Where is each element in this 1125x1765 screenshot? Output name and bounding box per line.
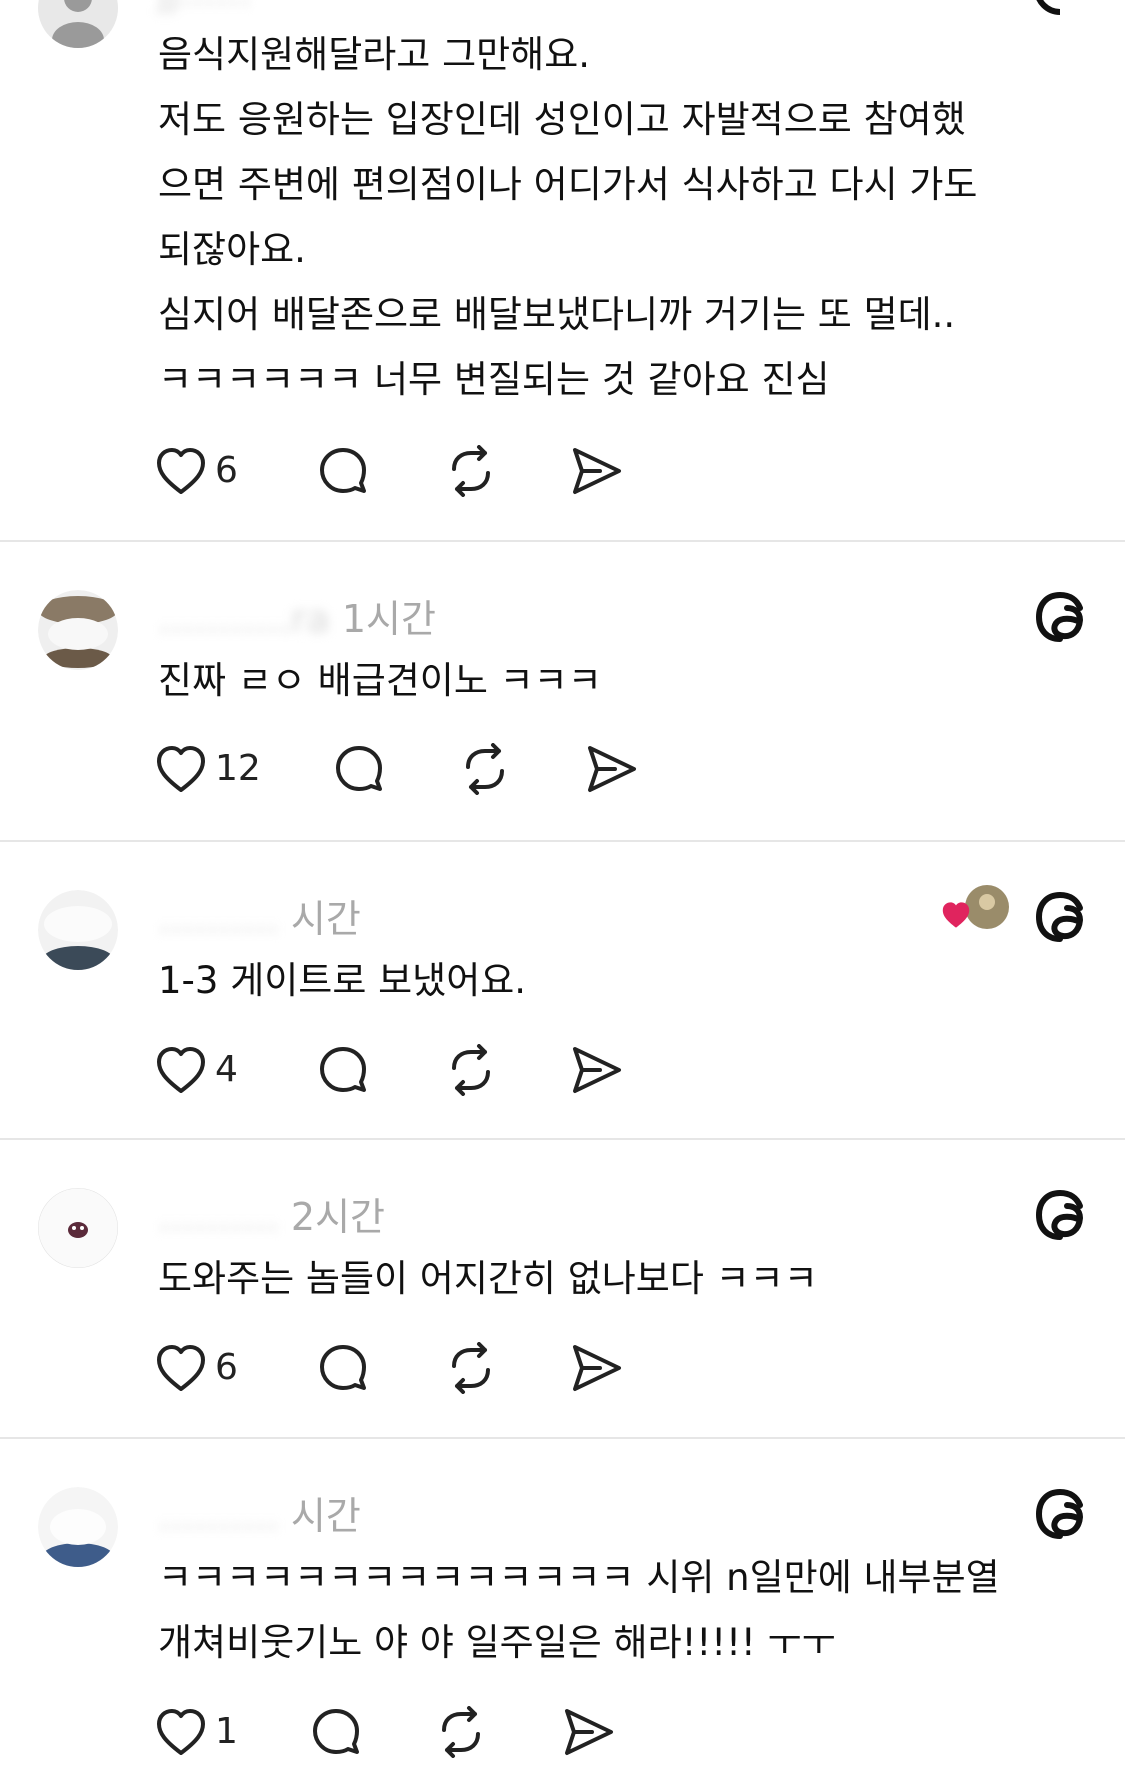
post-line: 저도 응원하는 입장인데 성인이고 자발적으로 참여했	[158, 98, 966, 141]
threads-icon[interactable]	[1033, 590, 1087, 644]
comment-icon	[320, 1047, 366, 1092]
comment-icon	[313, 1709, 359, 1754]
threads-icon[interactable]	[1033, 1487, 1087, 1541]
comment-icon	[320, 448, 366, 493]
username[interactable]: .......... 시간	[158, 1485, 361, 1540]
reply-button[interactable]	[317, 1340, 369, 1396]
repost-icon	[466, 743, 504, 795]
username[interactable]: .......... 2시간	[158, 1186, 385, 1241]
repost-icon	[452, 1342, 490, 1394]
share-button[interactable]	[585, 741, 639, 797]
like-count: 12	[215, 748, 261, 789]
divider	[0, 540, 1125, 542]
post-line: 심지어 배달존으로 배달보냈다니까 거기는 또 멀데..	[158, 293, 956, 336]
heart-icon	[157, 746, 205, 792]
avatar[interactable]	[38, 0, 118, 48]
heart-icon	[940, 900, 976, 936]
comment-icon	[320, 1345, 366, 1390]
like-button[interactable]: 6	[155, 443, 238, 499]
like-button[interactable]: 4	[155, 1042, 238, 1098]
heart-icon	[157, 1345, 205, 1391]
reply-button[interactable]	[310, 1704, 362, 1760]
like-button[interactable]: 12	[155, 741, 261, 797]
post-text: 1-3 게이트로 보냈어요.	[158, 948, 526, 1013]
post-line: 도와주는 놈들이 어지간히 없나보다 ㅋㅋㅋ	[158, 1257, 818, 1300]
post-text: 도와주는 놈들이 어지간히 없나보다 ㅋㅋㅋ	[158, 1246, 818, 1311]
avatar[interactable]	[38, 890, 118, 970]
heart-icon	[157, 1047, 205, 1093]
post-line: 진짜 ㄹㅇ 배급견이노 ㅋㅋㅋ	[158, 659, 602, 702]
like-count: 4	[215, 1049, 238, 1090]
like-button[interactable]: 1	[155, 1704, 238, 1760]
share-icon	[573, 1345, 621, 1391]
reply-button[interactable]	[317, 1042, 369, 1098]
post-time: 2시간	[290, 1195, 385, 1239]
post-text: ㅋㅋㅋㅋㅋㅋㅋㅋㅋㅋㅋㅋㅋㅋ 시위 n일만에 내부분열 개쳐비웃기노 야 야 일…	[158, 1545, 1000, 1675]
repost-icon	[452, 445, 490, 497]
share-icon	[565, 1709, 613, 1755]
repost-button[interactable]	[459, 741, 511, 797]
share-button[interactable]	[570, 443, 624, 499]
username[interactable]: ...........ra 1시간	[158, 588, 436, 643]
divider	[0, 840, 1125, 842]
post-time: 시간	[290, 1494, 361, 1538]
avatar[interactable]	[38, 1487, 118, 1567]
post-line: ㅋㅋㅋㅋㅋㅋ 너무 변질되는 것 같아요 진심	[158, 358, 830, 401]
post-line: 1-3 게이트로 보냈어요.	[158, 959, 527, 1002]
repost-button[interactable]	[435, 1704, 487, 1760]
threads-icon[interactable]	[1033, 890, 1087, 944]
comment-icon	[336, 746, 382, 791]
threads-icon[interactable]	[1033, 1188, 1087, 1242]
repost-button[interactable]	[445, 443, 497, 499]
divider	[0, 1437, 1125, 1439]
post-line: 으면 주변에 편의점이나 어디가서 식사하고 다시 가도	[158, 163, 978, 206]
post-line: 음식지원해달라고 그만해요.	[158, 33, 591, 76]
divider	[0, 1138, 1125, 1140]
avatar[interactable]	[38, 1188, 118, 1268]
avatar[interactable]	[38, 590, 118, 670]
post-text: 음식지원해달라고 그만해요. 저도 응원하는 입장인데 성인이고 자발적으로 참…	[158, 22, 977, 412]
post-line: 되잖아요.	[158, 228, 306, 271]
post-line: 개쳐비웃기노 야 야 일주일은 해라!!!!! ㅜㅜ	[158, 1621, 836, 1664]
username[interactable]: .......... 시간	[158, 888, 361, 943]
share-button[interactable]	[570, 1340, 624, 1396]
repost-button[interactable]	[445, 1042, 497, 1098]
share-icon	[573, 448, 621, 494]
post-time: 1시간	[341, 597, 436, 641]
like-count: 1	[215, 1711, 238, 1752]
like-count: 6	[215, 450, 238, 491]
repost-icon	[452, 1044, 490, 1096]
heart-icon	[157, 448, 205, 494]
post-line: ㅋㅋㅋㅋㅋㅋㅋㅋㅋㅋㅋㅋㅋㅋ 시위 n일만에 내부분열	[158, 1556, 1000, 1599]
share-icon	[588, 746, 636, 792]
post-text: 진짜 ㄹㅇ 배급견이노 ㅋㅋㅋ	[158, 648, 602, 713]
share-button[interactable]	[562, 1704, 616, 1760]
threads-icon[interactable]	[1033, 0, 1087, 16]
like-button[interactable]: 6	[155, 1340, 238, 1396]
post-time: 시간	[290, 897, 361, 941]
reply-button[interactable]	[333, 741, 385, 797]
reply-button[interactable]	[317, 443, 369, 499]
like-count: 6	[215, 1347, 238, 1388]
repost-button[interactable]	[445, 1340, 497, 1396]
share-button[interactable]	[570, 1042, 624, 1098]
username[interactable]: jj......	[158, 0, 252, 14]
heart-icon	[157, 1709, 205, 1755]
repost-icon	[442, 1706, 480, 1758]
share-icon	[573, 1047, 621, 1093]
